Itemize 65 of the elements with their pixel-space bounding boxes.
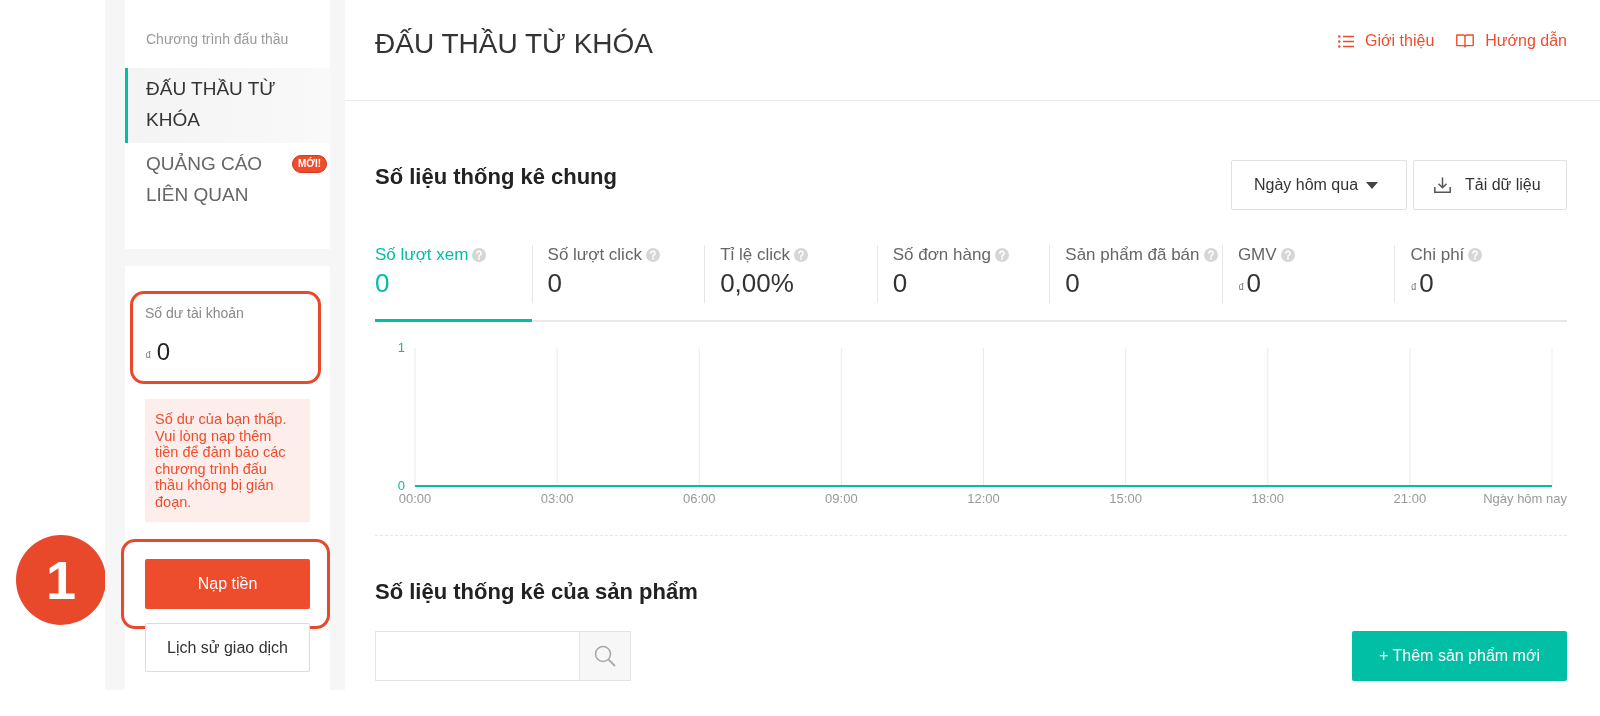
metric-label: Tỉ lệ click [720,245,791,265]
metric-tab[interactable]: Số đơn hàng 0 [876,245,1050,322]
section-title: Số liệu thống kê của sản phẩm [375,578,699,606]
x-axis-tick-label: 00:00 [398,491,432,506]
currency-symbol: ₫ [1410,279,1418,297]
y-axis-tick-label: 1 [397,340,405,355]
metric-tab[interactable]: GMV ₫0 [1221,245,1395,322]
download-button[interactable]: Tải dữ liệu [1413,160,1567,210]
metric-tab[interactable]: Tỉ lệ click 0,00% [704,245,877,322]
metric-value: 0 [547,267,563,299]
header-link[interactable]: Giới thiệu [1338,30,1435,52]
metric-value: 0 [1065,267,1080,299]
caret-icon [1366,181,1379,189]
metric-label: Số đơn hàng [892,245,991,265]
balance-label: Số dư tài khoản [145,304,245,322]
help-icon [645,248,660,262]
search-button[interactable] [579,631,631,681]
x-axis-label: Ngày hôm nay [1483,491,1567,506]
metric-value: 0,00% [720,267,794,299]
x-axis-tick-label: 06:00 [683,491,716,506]
metric-value: 0 [1419,267,1434,299]
list-icon [1338,34,1355,48]
help-icon [472,248,487,262]
download-icon [1434,177,1451,193]
metric-tab[interactable]: Sản phẩm đã bán 0 [1049,245,1222,322]
metric-label: Sản phẩm đã bán [1065,245,1200,265]
menu-item[interactable]: ĐẤU THẦU TỪ KHÓA [125,68,330,143]
new-badge: MỚI! [292,155,327,173]
x-axis-tick-label: 03:00 [540,491,574,506]
metric-tab[interactable]: Chi phí ₫0 [1394,245,1568,322]
metric-tab[interactable]: Số lượt click 0 [531,245,705,322]
top-up-button[interactable]: Nạp tiền [145,559,310,609]
transaction-history-button[interactable]: Lịch sử giao dịch [145,623,310,672]
x-axis-tick-label: 12:00 [967,491,1000,506]
metric-value: 0 [892,267,908,299]
book-icon [1456,34,1475,48]
help-icon [1203,248,1218,262]
low-balance-warning: Số dư của bạn thấp. Vui lòng nạp thêm tiền để đảm bảo các chương trình đấu thầu không bị gián đoạn. [145,399,310,522]
x-axis-tick-label: 09:00 [825,491,858,506]
header-link[interactable]: Hướng dẫn [1456,30,1567,52]
metric-value: 0 [1246,267,1262,299]
step-number-badge: 1 [16,535,106,625]
x-axis-tick-label: 15:00 [1109,491,1142,506]
metric-label: Số lượt xem [375,245,469,265]
date-range-dropdown[interactable]: Ngày hôm qua [1231,160,1407,210]
metric-label: Số lượt click [547,245,642,265]
menu-item[interactable]: QUẢNG CÁO LIÊN QUAN MỚI! [125,143,330,218]
x-axis-tick-label: 18:00 [1251,491,1284,506]
help-icon [1468,248,1483,262]
x-axis-tick-label: 21:00 [1393,491,1427,506]
balance-amount: 0 [156,337,171,367]
help-icon [994,248,1009,262]
metric-label: GMV [1237,245,1277,265]
currency-symbol: ₫ [1237,279,1245,297]
page-title: ĐẤU THẦU TỪ KHÓA [375,27,654,61]
metric-label: Chi phí [1410,245,1465,265]
section-title: Số liệu thống kê chung [375,163,617,191]
search-field[interactable] [375,631,579,681]
currency-symbol: ₫ [145,347,152,365]
help-icon [794,248,809,262]
metric-value: 0 [375,267,390,299]
help-icon [1280,248,1295,262]
y-axis-tick-label: 0 [397,478,405,493]
menu-section-title: Chương trình đấu thầu [145,30,290,48]
search-icon [594,645,616,667]
